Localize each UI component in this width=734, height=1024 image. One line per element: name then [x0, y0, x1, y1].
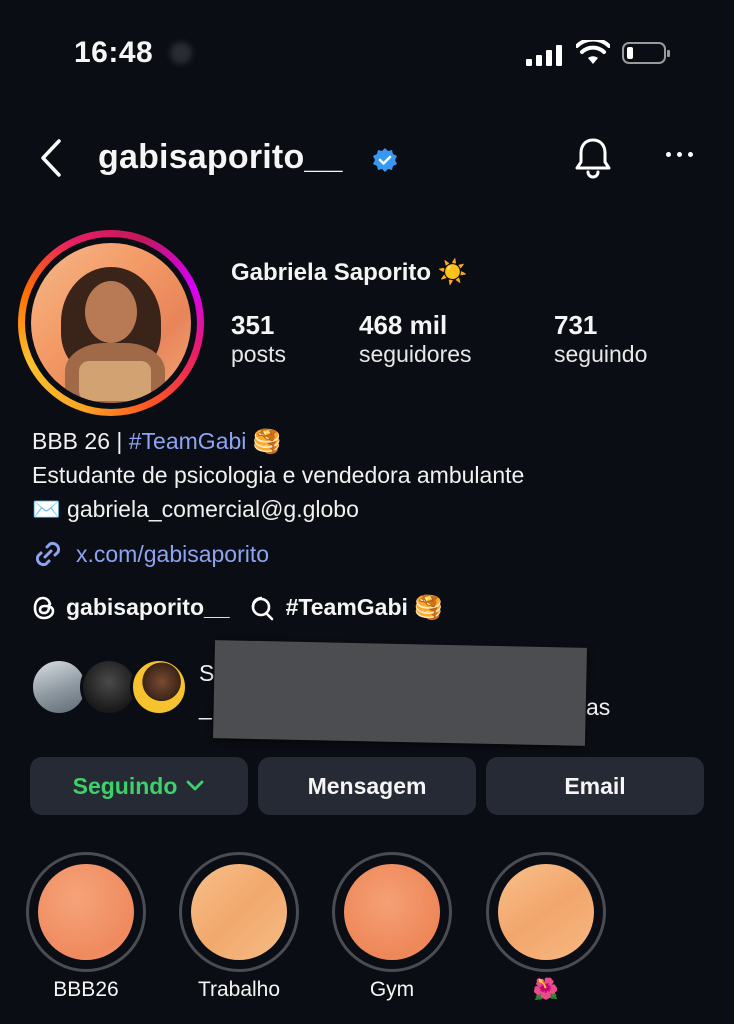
bio-line-3: ✉️ gabriela_comercial@g.globo	[32, 496, 359, 522]
bio-line-1: BBB 26 | #TeamGabi 🥞	[32, 428, 281, 455]
mutual-text-1[interactable]: S	[199, 660, 214, 687]
stat-posts-value: 351	[231, 310, 275, 340]
status-blur	[170, 42, 192, 64]
bell-icon[interactable]	[572, 136, 614, 180]
message-button[interactable]: Mensagem	[258, 757, 476, 815]
stat-followers-label: seguidores	[359, 341, 472, 367]
status-time: 16:48	[74, 36, 154, 69]
stat-followers[interactable]: 468 mil seguidores	[359, 310, 472, 368]
profile-avatar-story-ring[interactable]	[18, 230, 204, 416]
highlight-gym[interactable]	[332, 852, 452, 972]
stat-posts[interactable]: 351 posts	[231, 310, 286, 368]
highlight-label: Trabalho	[197, 978, 281, 1001]
link-icon	[35, 541, 61, 567]
more-horizontal-icon[interactable]	[666, 152, 693, 157]
stat-following-value: 731	[554, 310, 598, 340]
threads-tag-icon	[251, 596, 273, 620]
mutual-text-3[interactable]: as	[586, 694, 610, 721]
wifi-icon	[576, 40, 610, 64]
verified-badge-icon	[373, 148, 397, 172]
chevron-down-icon	[186, 780, 204, 791]
chevron-left-icon[interactable]	[38, 138, 64, 178]
redaction-overlay	[213, 640, 587, 746]
email-button[interactable]: Email	[486, 757, 704, 815]
highlight-label: 🌺	[532, 978, 560, 1001]
avatar	[31, 243, 191, 403]
threads-icon	[33, 596, 55, 619]
threads-tag[interactable]: #TeamGabi 🥞	[286, 594, 443, 621]
bio-link[interactable]: x.com/gabisaporito	[76, 541, 269, 568]
stat-followers-value: 468 mil	[359, 310, 448, 340]
threads-row[interactable]: gabisaporito__ #TeamGabi 🥞	[32, 594, 443, 621]
bio-line-2: Estudante de psicologia e vendedora ambu…	[32, 462, 525, 488]
email-label: Email	[564, 772, 626, 799]
stat-following-label: seguindo	[554, 341, 648, 367]
stat-posts-label: posts	[231, 341, 286, 367]
stat-following[interactable]: 731 seguindo	[554, 310, 647, 368]
threads-handle[interactable]: gabisaporito__	[66, 594, 230, 621]
highlight-label: BBB26	[53, 978, 119, 1001]
following-label: Seguindo	[72, 772, 178, 799]
bio-prefix: BBB 26 |	[32, 428, 129, 454]
mutual-text-2[interactable]: _	[199, 694, 212, 721]
highlight-trabalho[interactable]	[179, 852, 299, 972]
bio-link-row[interactable]: x.com/gabisaporito	[32, 538, 269, 570]
cellular-signal-icon	[526, 44, 562, 66]
profile-full-name: Gabriela Saporito ☀️	[231, 259, 468, 286]
highlight-label: Gym	[369, 978, 415, 1001]
message-label: Mensagem	[307, 772, 427, 799]
battery-low-icon	[622, 42, 670, 64]
highlight-bbb26[interactable]	[26, 852, 146, 972]
following-button[interactable]: Seguindo	[30, 757, 248, 815]
bio-suffix: 🥞	[246, 428, 282, 454]
highlight-flower[interactable]	[486, 852, 606, 972]
profile-username: gabisaporito__	[98, 138, 343, 176]
bio-hashtag[interactable]: #TeamGabi	[129, 428, 247, 454]
mutual-avatar-3[interactable]	[130, 658, 188, 716]
